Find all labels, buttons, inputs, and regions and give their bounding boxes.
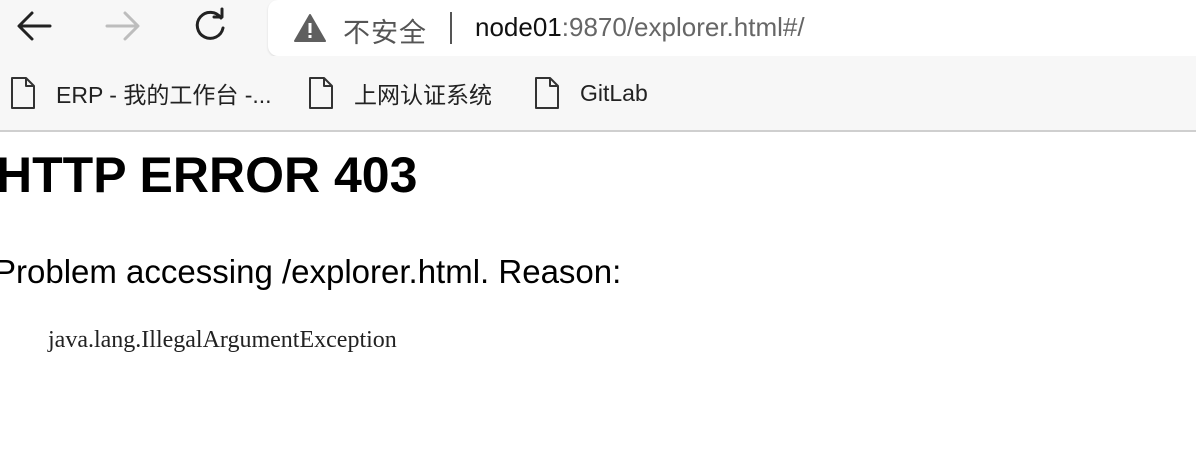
browser-toolbar: 不安全 node01:9870/explorer.html#/ [0, 0, 1196, 56]
page-icon [309, 77, 333, 109]
page-icon [11, 77, 35, 109]
bookmark-label: 上网认证系统 [354, 82, 492, 108]
back-button[interactable] [10, 4, 58, 48]
bookmark-gitlab[interactable]: GitLab [534, 75, 648, 111]
page-content: HTTP ERROR 403 Problem accessing /explor… [0, 132, 1196, 455]
address-separator [450, 12, 452, 44]
arrow-right-icon [105, 11, 140, 41]
arrow-left-icon [17, 11, 52, 41]
forward-button[interactable] [99, 4, 147, 48]
address-bar[interactable]: 不安全 node01:9870/explorer.html#/ [268, 0, 1196, 56]
error-title: HTTP ERROR 403 [0, 147, 418, 203]
bookmark-label: ERP - 我的工作台 -... [56, 82, 272, 108]
url-path: :9870/explorer.html#/ [561, 12, 805, 42]
url-text[interactable]: node01:9870/explorer.html#/ [475, 12, 805, 43]
bookmark-portal[interactable]: 上网认证系统 [308, 75, 492, 111]
bookmark-label: GitLab [580, 79, 648, 106]
exception-text: java.lang.IllegalArgumentException [48, 327, 397, 353]
warning-icon[interactable] [294, 13, 326, 43]
refresh-icon [195, 7, 225, 40]
security-label[interactable]: 不安全 [343, 11, 427, 50]
error-reason: Problem accessing /explorer.html. Reason… [0, 253, 622, 290]
bookmark-erp[interactable]: ERP - 我的工作台 -... [10, 75, 272, 111]
bookmarks-bar: ERP - 我的工作台 -... 上网认证系统 GitLab [0, 56, 1196, 132]
url-host: node01 [475, 12, 562, 42]
page-icon [535, 77, 559, 109]
reload-button[interactable] [186, 4, 234, 48]
